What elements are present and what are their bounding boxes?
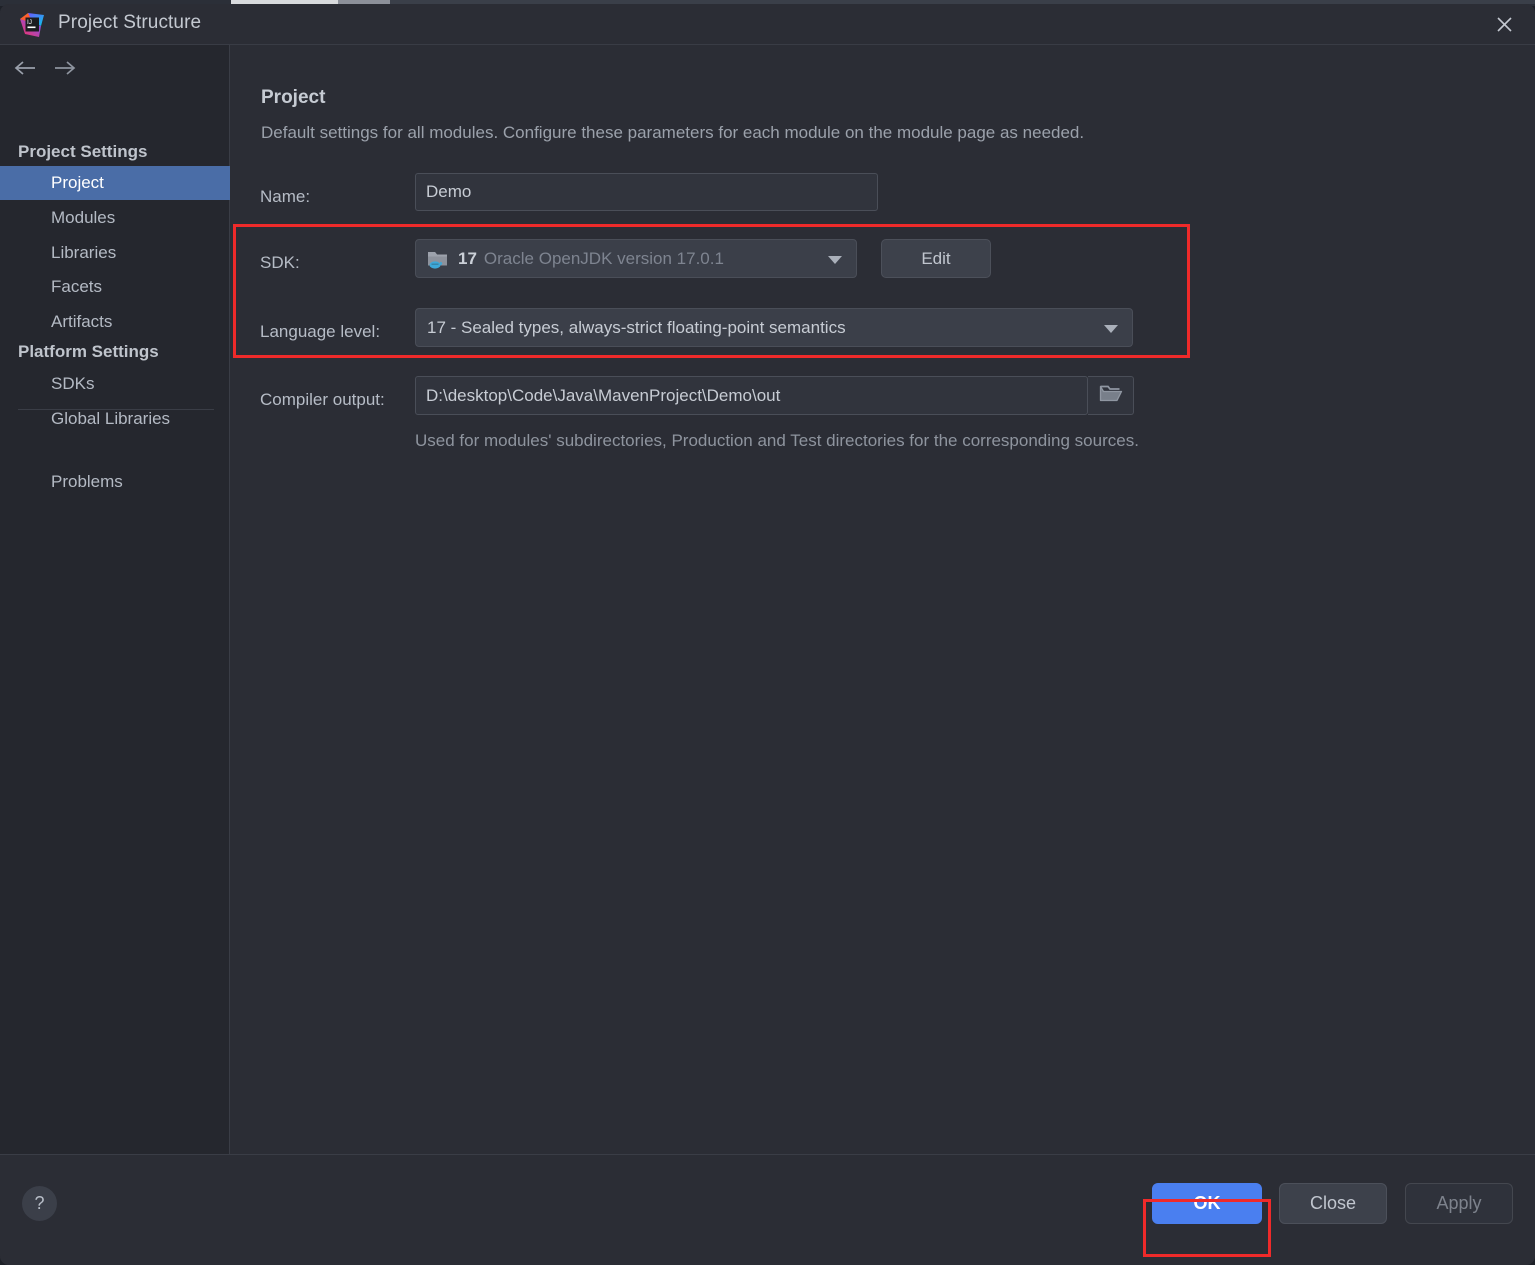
- language-level-label: Language level:: [260, 322, 381, 341]
- dialog-footer: ? OK Close Apply: [0, 1154, 1535, 1265]
- sidebar-item-label: Problems: [51, 472, 123, 491]
- page-title: Project: [261, 87, 326, 108]
- sidebar-divider: [18, 409, 214, 410]
- arrow-left-icon[interactable]: [8, 53, 42, 83]
- compiler-output-hint: Used for modules' subdirectories, Produc…: [415, 431, 1139, 450]
- title-bar: IJ Project Structure: [0, 4, 1535, 45]
- sidebar-group-project-settings: Project Settings: [18, 142, 148, 161]
- sdk-description: Oracle OpenJDK version 17.0.1: [483, 248, 724, 268]
- chevron-down-icon[interactable]: [828, 255, 842, 264]
- language-level-value: 17 - Sealed types, always-strict floatin…: [427, 317, 846, 337]
- sidebar-item-sdks[interactable]: SDKs: [0, 367, 230, 401]
- sidebar-item-label: SDKs: [51, 374, 95, 393]
- question-mark-icon[interactable]: ?: [22, 1186, 57, 1221]
- sidebar-navigation: [0, 53, 230, 89]
- window-title: Project Structure: [58, 12, 202, 33]
- compiler-output-label: Compiler output:: [260, 390, 385, 409]
- sidebar-item-label: Project: [51, 173, 104, 192]
- ok-button[interactable]: OK: [1152, 1183, 1262, 1224]
- sdk-edit-button[interactable]: Edit: [881, 239, 991, 278]
- sidebar-item-artifacts[interactable]: Artifacts: [0, 305, 230, 339]
- name-input-value: Demo: [426, 182, 472, 201]
- sidebar-item-global-libraries[interactable]: Global Libraries: [0, 402, 230, 436]
- sdk-edit-label: Edit: [921, 248, 951, 268]
- page-description: Default settings for all modules. Config…: [261, 123, 1085, 142]
- sidebar-item-label: Libraries: [51, 243, 117, 262]
- name-input[interactable]: Demo: [415, 173, 878, 211]
- project-structure-dialog: IJ Project Structure Project Settings Pl…: [0, 4, 1535, 1265]
- sdk-combobox[interactable]: 17 Oracle OpenJDK version 17.0.1: [415, 239, 857, 278]
- close-icon[interactable]: [1473, 4, 1535, 45]
- svg-text:IJ: IJ: [27, 19, 32, 26]
- sidebar-item-libraries[interactable]: Libraries: [0, 236, 230, 270]
- sidebar-item-label: Modules: [51, 208, 116, 227]
- sidebar-item-modules[interactable]: Modules: [0, 201, 230, 235]
- chevron-down-icon[interactable]: [1104, 324, 1118, 333]
- open-folder-icon: [1099, 384, 1123, 408]
- compiler-output-value: D:\desktop\Code\Java\MavenProject\Demo\o…: [426, 385, 781, 405]
- sidebar-item-project[interactable]: Project: [0, 166, 230, 200]
- settings-sidebar: Project Settings Platform Settings Proje…: [0, 45, 230, 1154]
- sidebar-item-label: Artifacts: [51, 312, 113, 331]
- apply-button[interactable]: Apply: [1405, 1183, 1513, 1224]
- language-level-combobox[interactable]: 17 - Sealed types, always-strict floatin…: [415, 308, 1133, 347]
- sidebar-item-problems[interactable]: Problems: [0, 465, 230, 499]
- sidebar-item-facets[interactable]: Facets: [0, 270, 230, 304]
- sidebar-item-label: Global Libraries: [51, 409, 171, 428]
- sidebar-item-label: Facets: [51, 277, 103, 296]
- compiler-output-input[interactable]: D:\desktop\Code\Java\MavenProject\Demo\o…: [415, 376, 1088, 415]
- sdk-version: 17: [458, 248, 477, 268]
- name-label: Name:: [260, 187, 311, 206]
- ok-button-label: OK: [1193, 1193, 1221, 1213]
- arrow-right-icon[interactable]: [48, 53, 82, 83]
- intellij-idea-icon: IJ: [19, 12, 45, 38]
- java-sdk-folder-icon: [427, 249, 449, 269]
- project-settings-panel: Project Default settings for all modules…: [231, 45, 1535, 1154]
- close-button-label: Close: [1309, 1193, 1357, 1213]
- compiler-output-browse-button[interactable]: [1088, 376, 1134, 415]
- sdk-label: SDK:: [260, 253, 300, 272]
- close-button[interactable]: Close: [1279, 1183, 1387, 1224]
- sidebar-group-platform-settings: Platform Settings: [18, 342, 159, 361]
- apply-button-label: Apply: [1436, 1193, 1482, 1213]
